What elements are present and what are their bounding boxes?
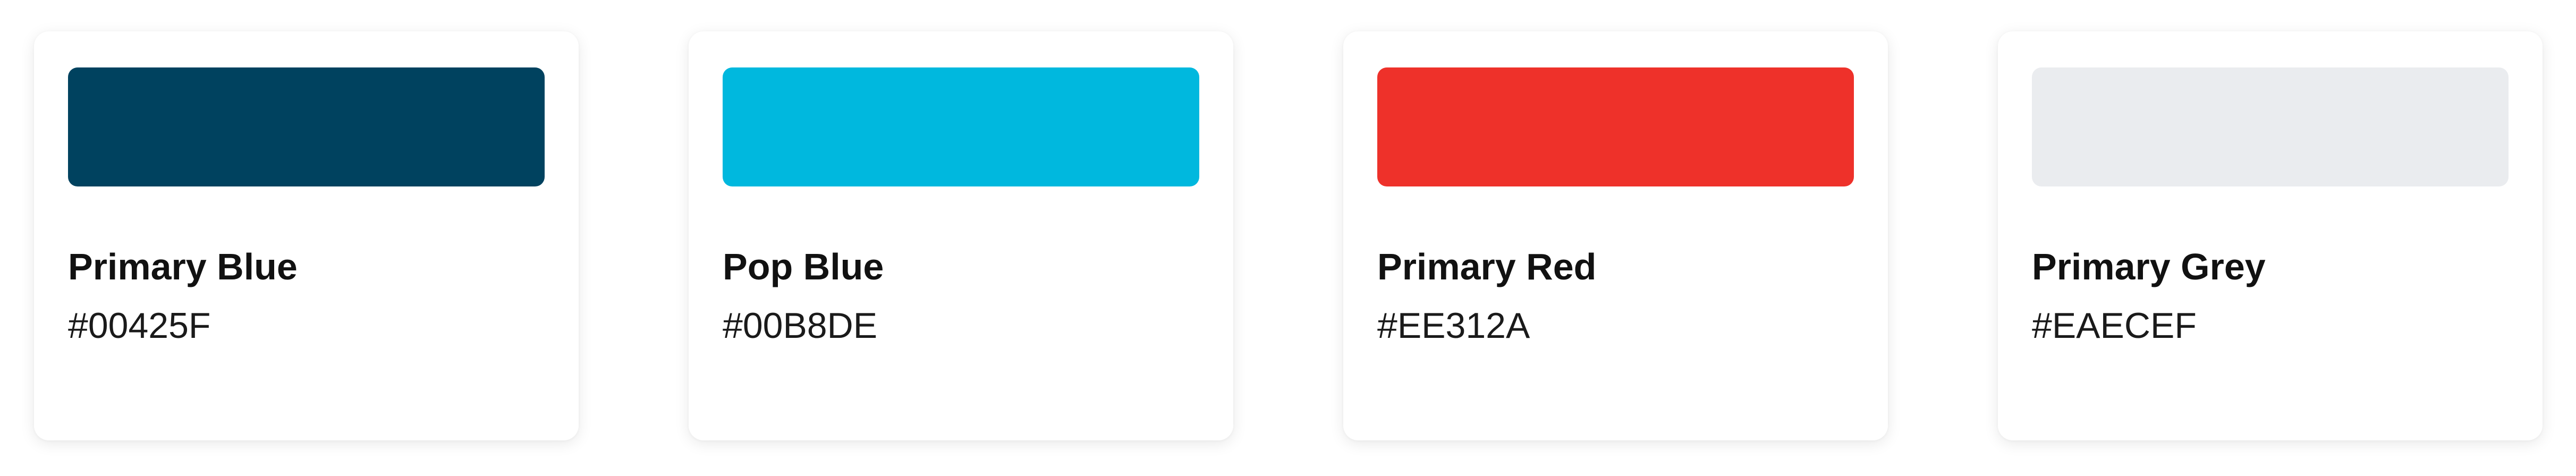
color-hex-code: #EAECEF — [2032, 305, 2197, 346]
color-card-primary-blue: Primary Blue #00425F — [34, 31, 579, 440]
color-name: Primary Blue — [68, 246, 298, 287]
color-name: Pop Blue — [723, 246, 884, 287]
color-hex-code: #00425F — [68, 305, 211, 346]
color-card-pop-blue: Pop Blue #00B8DE — [689, 31, 1233, 440]
color-swatch — [2032, 67, 2509, 186]
color-card-primary-grey: Primary Grey #EAECEF — [1998, 31, 2543, 440]
color-palette: Primary Blue #00425F Pop Blue #00B8DE Pr… — [0, 0, 2576, 476]
color-name: Primary Grey — [2032, 246, 2266, 287]
color-name: Primary Red — [1377, 246, 1597, 287]
color-swatch — [1377, 67, 1854, 186]
color-swatch — [68, 67, 545, 186]
color-hex-code: #EE312A — [1377, 305, 1530, 346]
color-swatch — [723, 67, 1199, 186]
color-hex-code: #00B8DE — [723, 305, 878, 346]
color-card-primary-red: Primary Red #EE312A — [1343, 31, 1888, 440]
